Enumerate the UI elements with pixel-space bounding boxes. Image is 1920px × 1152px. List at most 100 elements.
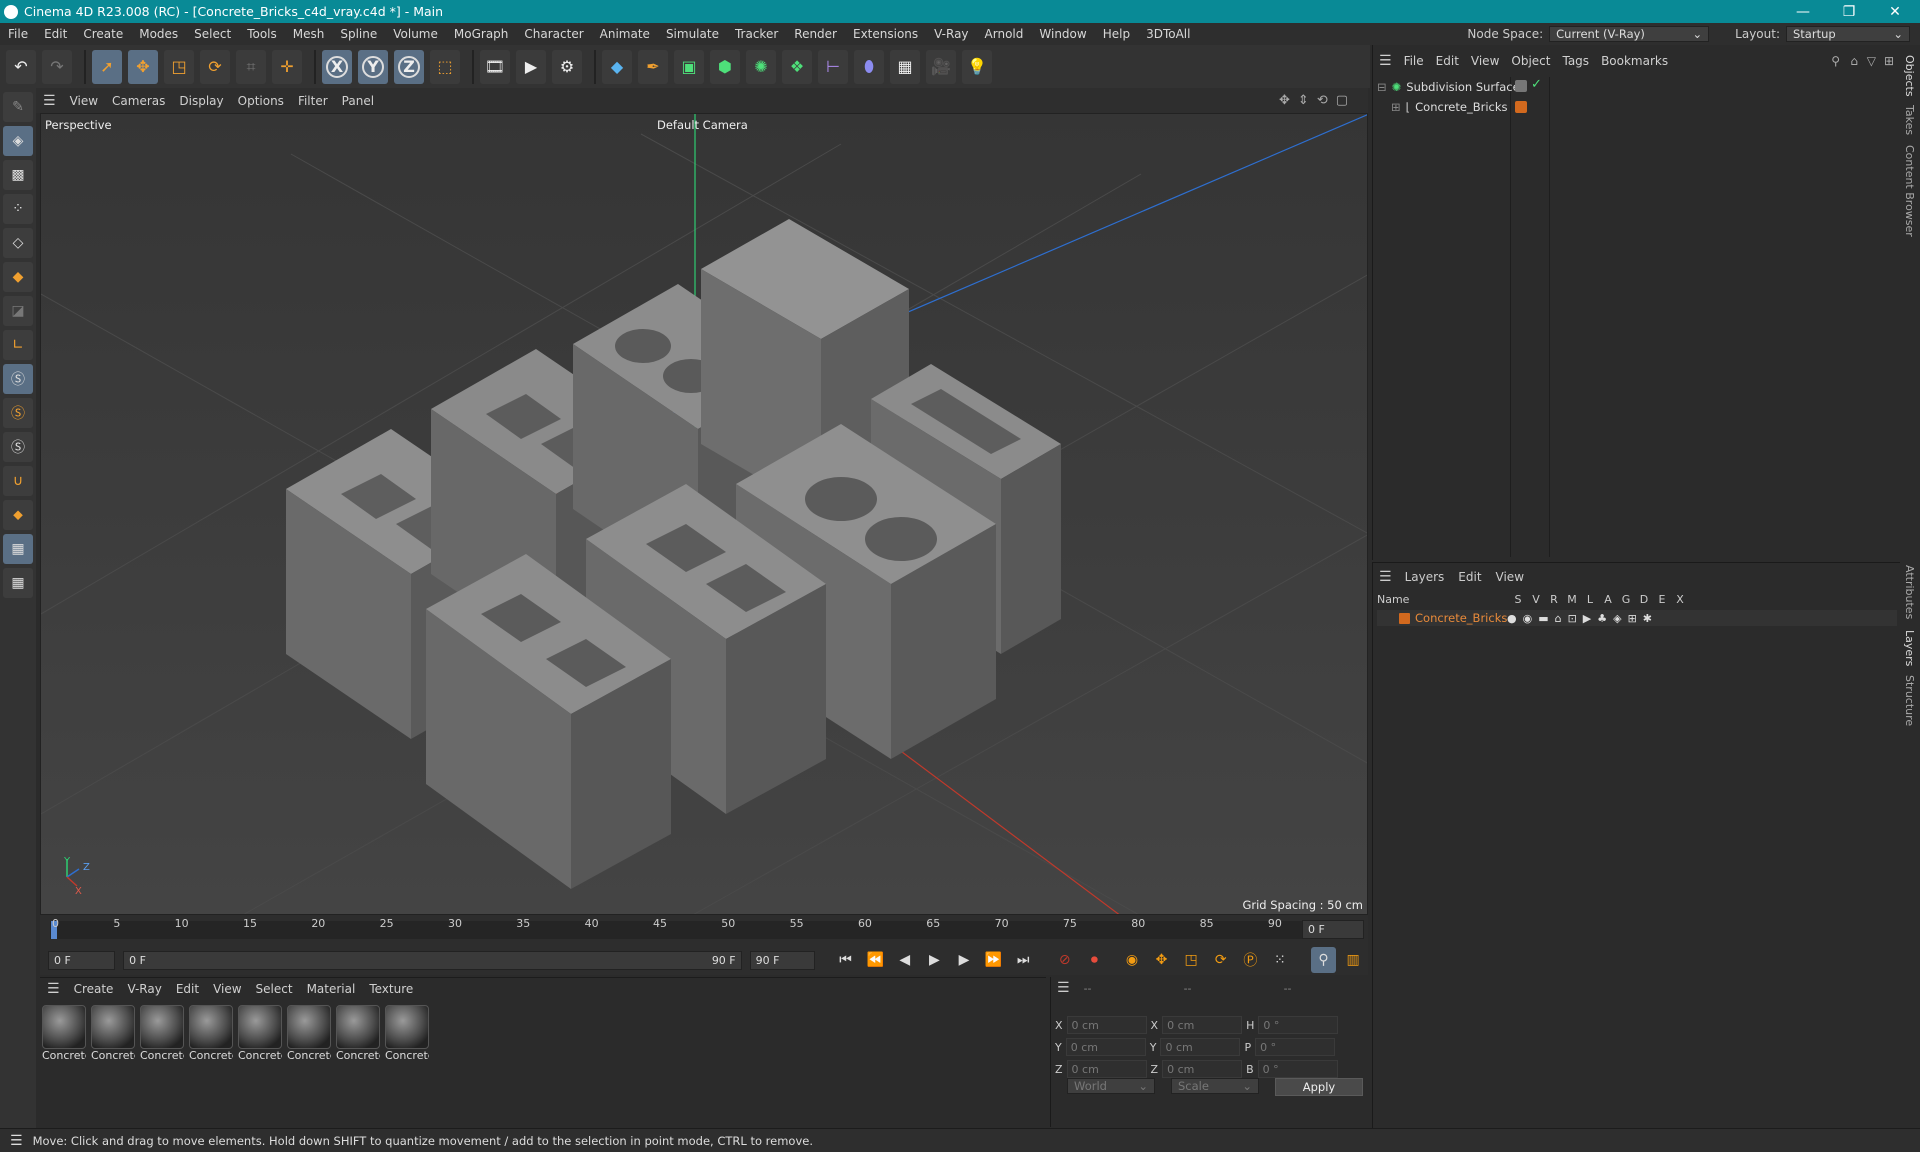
add-icon[interactable]: ✛: [272, 49, 302, 84]
end-frame-field[interactable]: 90 F: [749, 950, 815, 970]
minimize-button[interactable]: —: [1780, 0, 1826, 23]
viewport-nav-icons[interactable]: ✥⇕⟲▢: [1279, 93, 1356, 108]
viewport-menu-view[interactable]: View: [63, 94, 105, 108]
transform-mode-dropdown[interactable]: Scale ⌄: [1171, 1078, 1259, 1094]
material-menu-select[interactable]: Select: [249, 982, 300, 996]
tab-objects[interactable]: Objects: [1903, 55, 1916, 97]
layer-color-swatch[interactable]: [1399, 612, 1410, 624]
hamburger-icon[interactable]: ☰: [0, 1133, 33, 1149]
cloner-icon[interactable]: ❖: [782, 49, 812, 84]
move-icon[interactable]: ✥: [128, 49, 158, 84]
key-param-icon[interactable]: Ⓟ: [1238, 947, 1264, 973]
apply-button[interactable]: Apply: [1275, 1078, 1363, 1096]
menu-help[interactable]: Help: [1095, 27, 1138, 41]
previous-key-icon[interactable]: ⏪: [862, 947, 888, 973]
object-menu-edit[interactable]: Edit: [1430, 54, 1465, 68]
camera-icon[interactable]: 🎥: [926, 49, 956, 84]
y-axis-icon[interactable]: Y: [358, 49, 388, 84]
axis-mode-icon[interactable]: ∟: [3, 330, 33, 360]
key-scale-icon[interactable]: ◳: [1178, 947, 1204, 973]
material-menu-texture[interactable]: Texture: [362, 982, 420, 996]
go-to-end-icon[interactable]: ⏭: [1010, 947, 1036, 973]
layer-row[interactable]: Concrete_Bricks ●◉▬⌂⊡▶♣◈⊞✱: [1377, 610, 1897, 626]
layer-toggle-icons[interactable]: ●◉▬⌂⊡▶♣◈⊞✱: [1507, 612, 1658, 625]
expand-icon[interactable]: ⊞: [1391, 100, 1401, 114]
node-space-dropdown[interactable]: Current (V-Ray) ⌄: [1549, 26, 1710, 42]
edge-mode-icon[interactable]: ◇: [3, 228, 33, 258]
render-region-icon[interactable]: 🎞: [480, 49, 510, 84]
position-x-field[interactable]: 0 cm: [1066, 1016, 1147, 1034]
menu-animate[interactable]: Animate: [592, 27, 658, 41]
menu-create[interactable]: Create: [75, 27, 131, 41]
layout-dropdown[interactable]: Startup ⌄: [1786, 26, 1910, 42]
size-y-field[interactable]: 0 cm: [1160, 1038, 1241, 1056]
model-mode-icon[interactable]: ◈: [3, 126, 33, 156]
position-y-field[interactable]: 0 cm: [1065, 1038, 1146, 1056]
menu-character[interactable]: Character: [516, 27, 591, 41]
object-row[interactable]: ⊟ ✺ Subdivision Surface: [1377, 80, 1520, 94]
viewport-menu-panel[interactable]: Panel: [335, 94, 381, 108]
hamburger-icon[interactable]: ☰: [1373, 569, 1398, 585]
point-mode-icon[interactable]: ⁘: [3, 194, 33, 224]
menu-mesh[interactable]: Mesh: [285, 27, 333, 41]
editor-toggle-icon[interactable]: [1515, 80, 1527, 92]
key-pla-icon[interactable]: ⁙: [1267, 947, 1293, 973]
column-generators[interactable]: G: [1617, 593, 1635, 606]
start-frame-field[interactable]: 0 F: [48, 950, 116, 970]
object-row[interactable]: ⊞ ⌊ Concrete_Bricks: [1391, 100, 1508, 114]
tab-layers[interactable]: Layers: [1903, 630, 1916, 666]
frame-range-slider[interactable]: 0 F 90 F: [123, 950, 742, 970]
hamburger-icon[interactable]: ☰: [40, 981, 67, 997]
material-menu-material[interactable]: Material: [300, 982, 363, 996]
position-z-field[interactable]: 0 cm: [1066, 1060, 1147, 1078]
rotation-h-field[interactable]: 0 °: [1258, 1016, 1339, 1034]
layer-menu-layers[interactable]: Layers: [1398, 570, 1452, 584]
tab-attributes[interactable]: Attributes: [1903, 565, 1916, 619]
search-icon[interactable]: ⚲: [1831, 54, 1840, 68]
hamburger-icon[interactable]: ☰: [1057, 980, 1070, 996]
polygon-mode-icon[interactable]: ◆: [3, 262, 33, 292]
subdivide-icon[interactable]: ▣: [674, 49, 704, 84]
material-swatch[interactable]: Concrete: [336, 1005, 382, 1065]
size-z-field[interactable]: 0 cm: [1162, 1060, 1243, 1078]
tab-takes[interactable]: Takes: [1903, 105, 1916, 135]
z-axis-icon[interactable]: Z: [394, 49, 424, 84]
current-frame-field[interactable]: 0 F: [1302, 920, 1364, 939]
render-settings-icon[interactable]: ⚙: [552, 49, 582, 84]
menu-3dtoall[interactable]: 3DToAll: [1138, 27, 1198, 41]
material-swatch[interactable]: Concrete: [140, 1005, 186, 1065]
key-select-icon[interactable]: ◉: [1119, 947, 1145, 973]
cube-icon[interactable]: ◆: [602, 49, 632, 84]
column-solo[interactable]: S: [1509, 593, 1527, 606]
viewport-menu-display[interactable]: Display: [172, 94, 230, 108]
recent-icon[interactable]: ⌗: [236, 49, 266, 84]
menu-mograph[interactable]: MoGraph: [446, 27, 517, 41]
rotate-icon[interactable]: ⟳: [200, 49, 230, 84]
new-window-icon[interactable]: ⊞: [1884, 54, 1894, 68]
tab-content-browser[interactable]: Content Browser: [1903, 145, 1916, 237]
object-menu-object[interactable]: Object: [1505, 54, 1556, 68]
menu-render[interactable]: Render: [786, 27, 845, 41]
record-icon[interactable]: ⊘: [1052, 947, 1078, 973]
menu-extensions[interactable]: Extensions: [845, 27, 926, 41]
hamburger-icon[interactable]: ☰: [1373, 53, 1398, 69]
extrude-icon[interactable]: ⬢: [710, 49, 740, 84]
autokey-icon[interactable]: ⏺: [1082, 947, 1108, 973]
restore-button[interactable]: ❐: [1826, 0, 1872, 23]
viewport-menu-filter[interactable]: Filter: [291, 94, 335, 108]
hamburger-icon[interactable]: ☰: [36, 93, 63, 109]
material-swatch[interactable]: Concrete: [238, 1005, 284, 1065]
column-expressions[interactable]: E: [1653, 593, 1671, 606]
key-move-icon[interactable]: ✥: [1149, 947, 1175, 973]
rotation-b-field[interactable]: 0 °: [1257, 1060, 1338, 1078]
material-swatch[interactable]: Concrete: [42, 1005, 88, 1065]
material-swatch[interactable]: Concrete: [385, 1005, 431, 1065]
column-deformers[interactable]: D: [1635, 593, 1653, 606]
object-menu-view[interactable]: View: [1465, 54, 1505, 68]
column-name[interactable]: Name: [1377, 593, 1509, 606]
sphere-icon[interactable]: ⬮: [854, 49, 884, 84]
viewport-menu-cameras[interactable]: Cameras: [105, 94, 172, 108]
column-visible[interactable]: V: [1527, 593, 1545, 606]
collapse-icon[interactable]: ⊟: [1377, 80, 1387, 94]
filter-icon[interactable]: ▽: [1867, 54, 1876, 68]
